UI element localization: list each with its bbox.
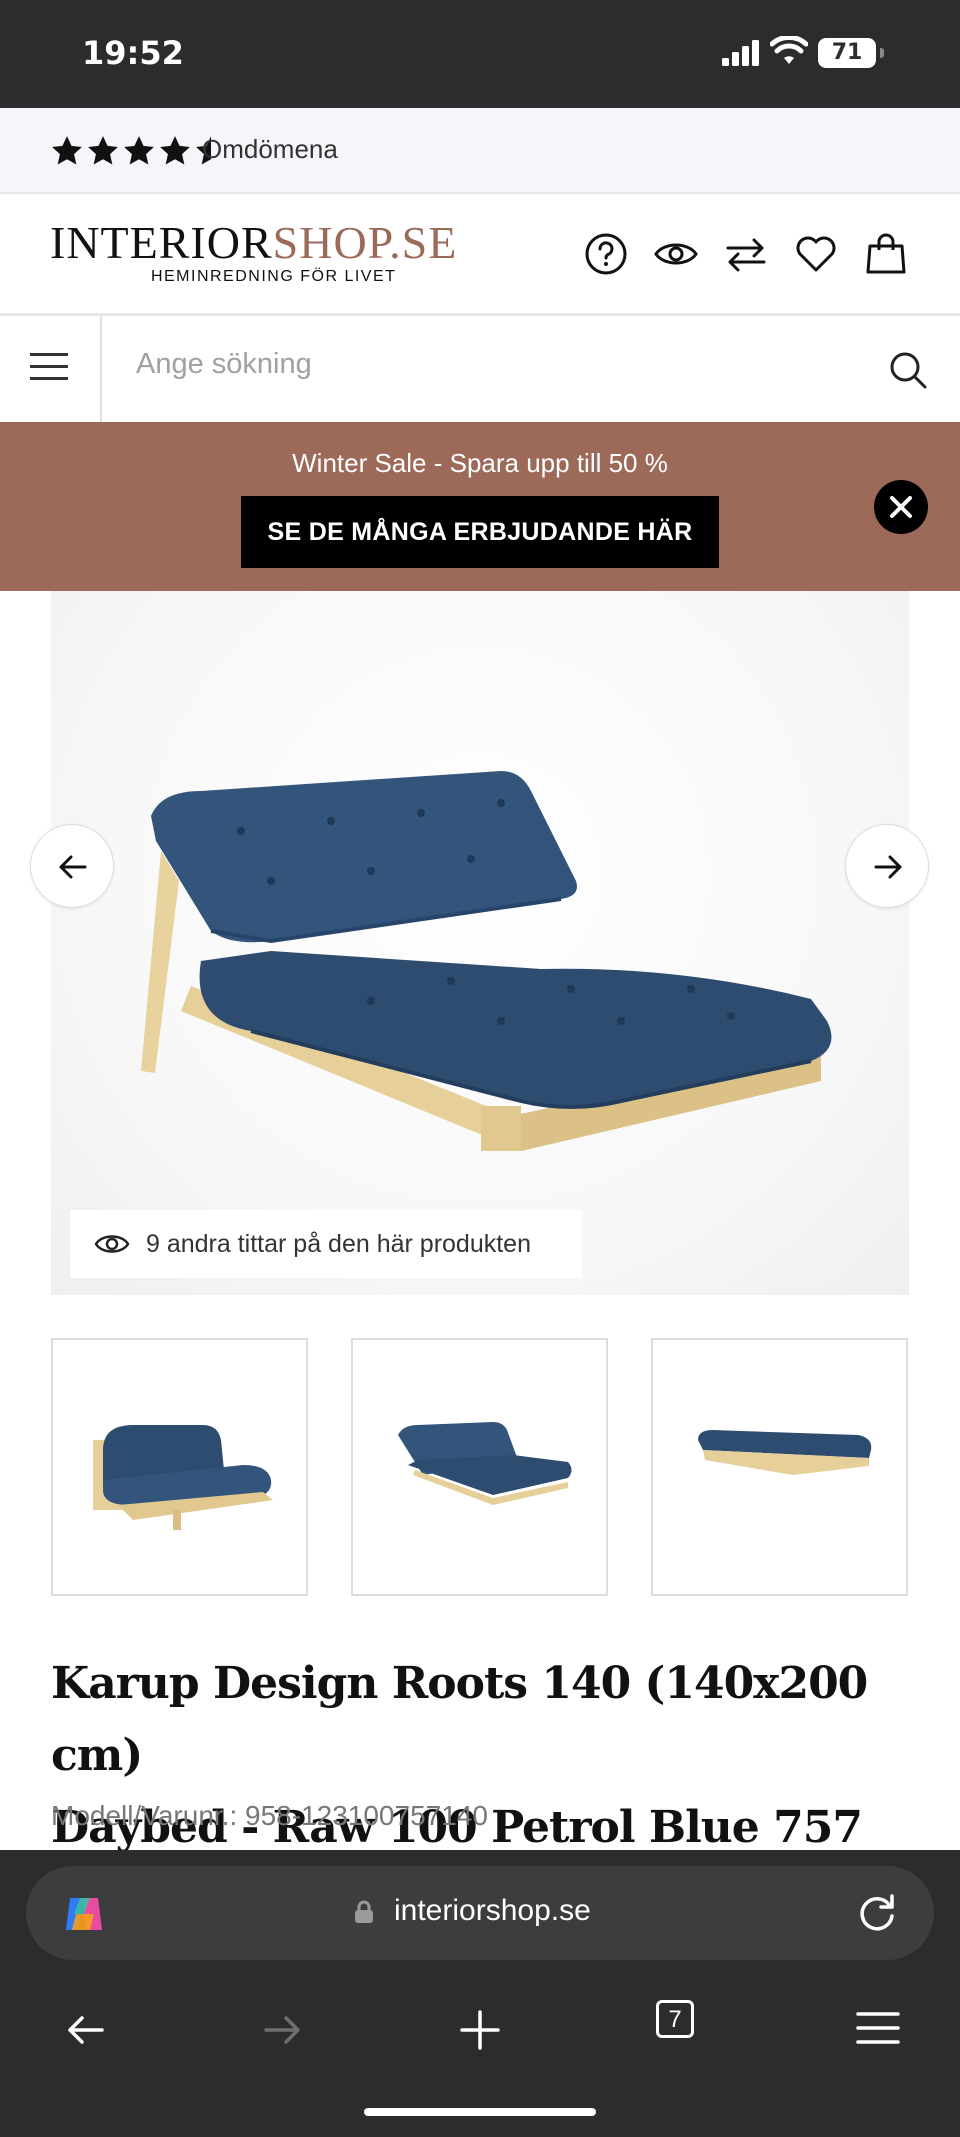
promo-cta-button[interactable]: SE DE MÅNGA ERBJUDANDE HÄR [241, 496, 719, 568]
help-icon[interactable] [584, 232, 628, 276]
logo-tagline: HEMINREDNING FÖR LIVET [150, 268, 397, 285]
star-icon [52, 136, 82, 165]
next-image-button[interactable] [845, 824, 929, 908]
product-sku: Modell/Varunr.: 958-123100757140 [51, 1800, 488, 1831]
cellular-signal-icon [722, 40, 760, 71]
tab-count: 7 [656, 2000, 694, 2038]
compare-icon[interactable] [724, 232, 768, 276]
reviews-label: Omdömena [202, 134, 338, 164]
sofa-thumbnail-image [93, 1425, 273, 1530]
site-header: INTERIORSHOP.SE HEMINREDNING FÖR LIVET [0, 194, 960, 316]
daybed-image [141, 771, 832, 1151]
viewers-notice: 9 andra tittar på den här produkten [70, 1210, 582, 1278]
home-indicator[interactable] [364, 2108, 596, 2116]
wifi-icon [769, 34, 809, 71]
back-button[interactable] [56, 2000, 116, 2060]
status-time: 19:52 [82, 34, 184, 72]
hamburger-icon [856, 2012, 900, 2044]
thumbnail-strip [51, 1338, 909, 1596]
logo-part-2: SHOP.SE [272, 217, 458, 268]
previous-image-button[interactable] [30, 824, 114, 908]
browser-bottom-bar: interiorshop.se 7 [0, 1850, 960, 2137]
star-icon [160, 136, 190, 165]
thumbnail-2[interactable] [351, 1338, 608, 1596]
promo-text: Winter Sale - Spara upp till 50 % [292, 448, 668, 478]
search-input[interactable] [136, 348, 836, 381]
reload-icon[interactable] [856, 1892, 898, 1939]
product-main-image[interactable] [51, 591, 909, 1295]
address-bar[interactable]: interiorshop.se [26, 1866, 934, 1960]
hamburger-icon [30, 353, 68, 380]
logo-part-1: INTERIOR [50, 217, 273, 268]
heart-icon[interactable] [794, 232, 838, 276]
bag-icon[interactable] [864, 232, 908, 276]
arrow-left-icon [59, 855, 87, 879]
close-promo-button[interactable] [874, 480, 928, 534]
thumbnail-3[interactable] [651, 1338, 908, 1596]
plus-icon [460, 2010, 500, 2050]
status-bar: 19:52 71 [0, 0, 960, 108]
tabs-button[interactable]: 7 [656, 2000, 716, 2060]
forward-button[interactable] [252, 2000, 312, 2060]
reviews-strip[interactable]: Omdömena [0, 108, 960, 194]
search-bar [0, 316, 960, 422]
star-icon [88, 136, 118, 165]
thumbnail-1[interactable] [51, 1338, 308, 1596]
menu-button[interactable] [0, 316, 102, 422]
forward-arrow-icon [264, 2016, 300, 2044]
star-icon [124, 136, 154, 165]
promo-banner: Winter Sale - Spara upp till 50 % SE DE … [0, 422, 960, 591]
arrow-right-icon [874, 855, 902, 879]
daybed-thumbnail-image [398, 1422, 572, 1505]
search-icon[interactable] [888, 350, 928, 395]
back-arrow-icon [68, 2016, 104, 2044]
lock-icon [354, 1900, 374, 1929]
new-tab-button[interactable] [450, 2000, 510, 2060]
eye-icon[interactable] [654, 232, 698, 276]
bed-thumbnail-image [698, 1430, 872, 1475]
copilot-icon[interactable] [60, 1890, 108, 1943]
url-text: interiorshop.se [394, 1894, 591, 1927]
site-logo[interactable]: INTERIORSHOP.SE HEMINREDNING FÖR LIVET [50, 220, 457, 286]
battery-indicator: 71 [818, 38, 884, 68]
browser-menu-button[interactable] [846, 2000, 906, 2060]
viewers-text: 9 andra tittar på den här produkten [146, 1230, 531, 1258]
close-icon [890, 496, 912, 518]
product-title-line-1: Karup Design Roots 140 (140x200 cm) [51, 1658, 868, 1781]
browser-toolbar: 7 [0, 2000, 960, 2080]
eye-icon [94, 1235, 130, 1253]
